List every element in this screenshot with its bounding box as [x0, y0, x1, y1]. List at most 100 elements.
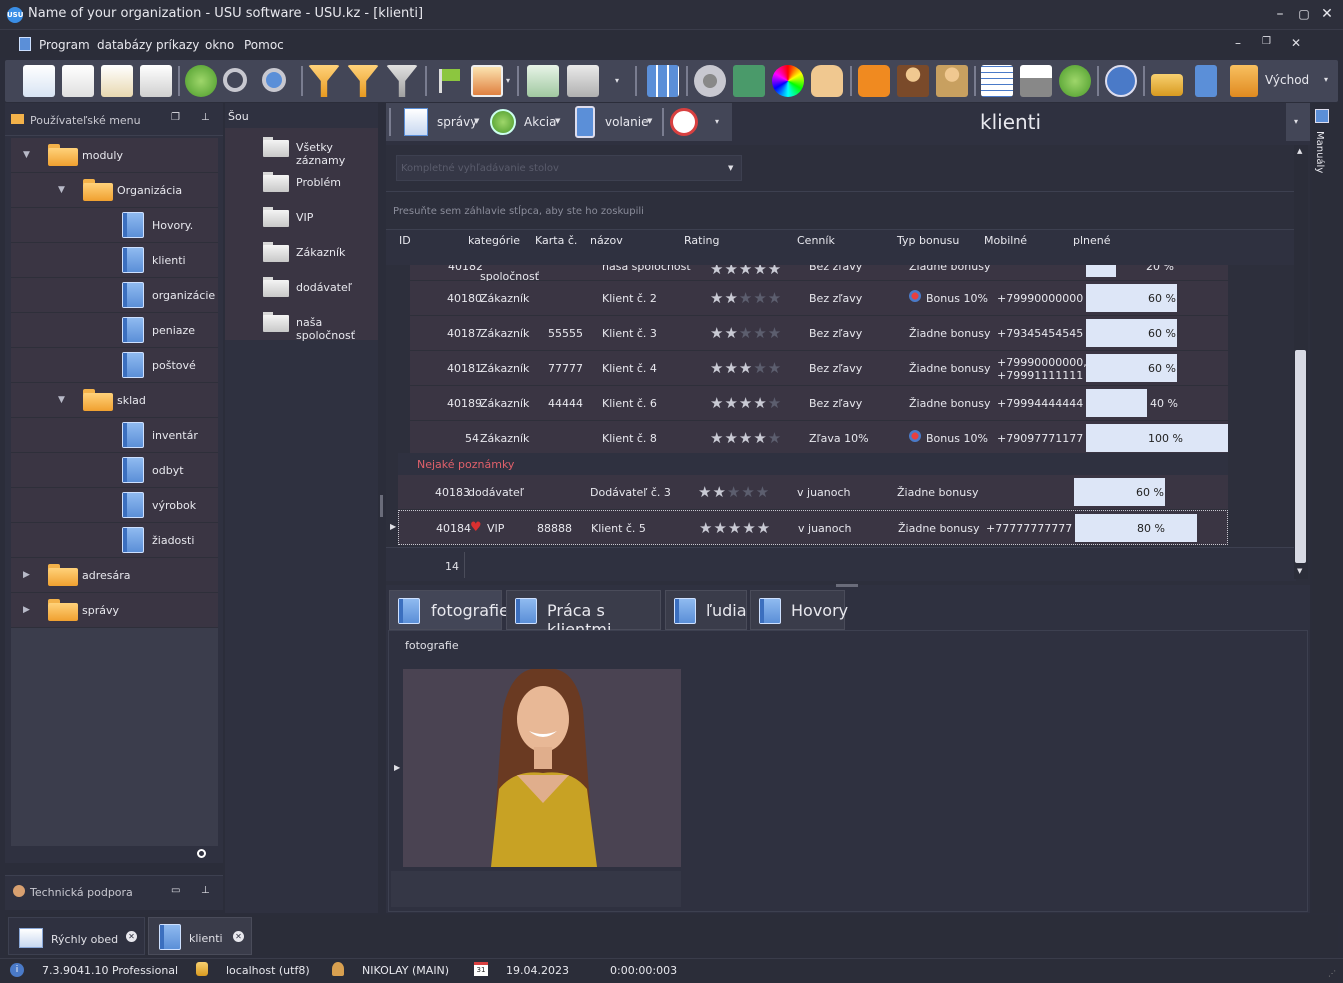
mdi-minimize-icon[interactable]: – — [1235, 36, 1241, 50]
splitter-handle[interactable] — [380, 495, 383, 517]
column-header-mobile[interactable]: Mobilné — [984, 234, 1027, 247]
table-row[interactable]: 40187 Zákazník 55555 Klient č. 3 ★★★★★ Bez zľ… — [410, 316, 1228, 351]
export-icon[interactable] — [1059, 65, 1091, 97]
manuals-tab[interactable]: Manuály — [1314, 131, 1325, 173]
tree-item-vyrobok[interactable]: výrobok — [11, 488, 218, 523]
tree-dropdown-icon[interactable]: ▾ — [615, 76, 619, 85]
menu-databazy[interactable]: databázy — [97, 38, 152, 52]
menu-prikazy[interactable]: príkazy — [156, 38, 199, 52]
close-icon[interactable]: ✕ — [1319, 6, 1335, 22]
tab-hovory[interactable]: Hovory — [750, 590, 848, 630]
image-icon[interactable] — [471, 65, 503, 97]
tab-praca-s-klientmi[interactable]: Práca s klientmi — [506, 590, 661, 639]
table-row[interactable]: 40180 Zákazník Klient č. 2 ★★★★★ Bez zľavy Bo… — [410, 281, 1228, 316]
sub-toolbar-overflow-icon[interactable]: ▾ — [715, 117, 719, 126]
advanced-search-icon[interactable] — [262, 68, 286, 92]
menu-pomoc[interactable]: Pomoc — [244, 38, 284, 52]
action-icon[interactable] — [490, 109, 516, 135]
grid-view-icon[interactable] — [647, 65, 679, 97]
filter-dodavatel[interactable]: dodávateľ — [225, 270, 378, 303]
table-row[interactable]: 40189 Zákazník 44444 Klient č. 6 ★★★★★ Bez zľ… — [410, 386, 1228, 421]
column-header-rating[interactable]: Rating — [684, 234, 719, 247]
expanded-arrow-icon[interactable]: ▼ — [58, 395, 65, 405]
menu-okno[interactable]: okno — [205, 38, 234, 52]
copy-icon[interactable] — [62, 65, 94, 97]
tree-item-ziadosti[interactable]: žiadosti — [11, 523, 218, 558]
calendar-grid-icon[interactable] — [981, 65, 1013, 97]
scrollbar-thumb[interactable] — [1295, 350, 1306, 563]
tree-item-klienti[interactable]: klienti — [11, 243, 218, 278]
tree-item-postove[interactable]: poštové — [11, 348, 218, 383]
tree-item-spravy[interactable]: ▶ správy — [11, 593, 218, 628]
float-icon[interactable]: ▭ — [171, 885, 180, 896]
clock-icon[interactable] — [670, 108, 698, 136]
view-options-icon[interactable]: ▾ — [1294, 117, 1298, 126]
table-row[interactable]: 40184 ♥ VIP 88888 Klient č. 5 ★★★★★ v juanoch Ž… — [398, 510, 1228, 545]
edit-icon[interactable] — [101, 65, 133, 97]
client-photo[interactable] — [403, 669, 681, 867]
search-dropdown-icon[interactable]: ▼ — [728, 164, 733, 172]
float-icon[interactable]: ❐ — [171, 112, 180, 123]
table-row[interactable]: 40182 spoločnosť naša spoločnosť ★★★★★ B… — [410, 265, 1228, 283]
action-dropdown-icon[interactable]: ▼ — [555, 117, 560, 125]
toolbar-overflow-icon[interactable]: ▾ — [1324, 75, 1328, 84]
column-header-id[interactable]: ID — [399, 234, 411, 247]
refresh-icon[interactable] — [185, 65, 217, 97]
filter-edit-icon[interactable] — [347, 65, 379, 97]
search-field[interactable]: Kompletné vyhľadávanie stolov ▼ — [396, 155, 742, 181]
tab-fotografie[interactable]: fotografie — [389, 590, 509, 630]
expand-icon[interactable] — [527, 65, 559, 97]
column-header-pricelist[interactable]: Cenník — [797, 234, 835, 247]
column-header-card[interactable]: Karta č. — [535, 234, 577, 247]
doc-tab-klienti[interactable]: klienti ✕ — [148, 917, 252, 955]
expanded-arrow-icon[interactable]: ▼ — [23, 150, 30, 160]
maximize-icon[interactable]: ▢ — [1296, 6, 1312, 22]
lock-icon[interactable] — [1151, 74, 1183, 96]
filter-problem[interactable]: Problém — [225, 165, 378, 198]
reports-button[interactable]: správy — [437, 115, 477, 129]
resize-grip-icon[interactable]: ⋰ — [1328, 969, 1336, 978]
new-record-icon[interactable] — [23, 65, 55, 97]
column-header-progress[interactable]: plnené — [1073, 234, 1111, 247]
action-button[interactable]: Akcia — [524, 115, 556, 129]
delete-icon[interactable] — [140, 65, 172, 97]
hand-icon[interactable] — [811, 65, 843, 97]
tab-ludia[interactable]: ľudia — [665, 590, 747, 630]
mdi-close-icon[interactable]: ✕ — [1291, 36, 1301, 50]
collapsed-arrow-icon[interactable]: ▶ — [23, 570, 30, 580]
filter-all[interactable]: Všetky záznamy — [225, 130, 378, 167]
tree-icon[interactable] — [567, 65, 599, 97]
column-header-category[interactable]: kategórie — [468, 234, 520, 247]
table-row[interactable]: 54 Zákazník Klient č. 8 ★★★★★ Zľava 10% Bonus… — [410, 421, 1228, 456]
doc-tab-rychly-obed[interactable]: Rýchly obed ✕ — [8, 917, 145, 955]
map-icon[interactable] — [733, 65, 765, 97]
search-icon[interactable] — [223, 68, 247, 92]
image-dropdown-icon[interactable]: ▾ — [506, 76, 510, 85]
tree-item-moduly[interactable]: ▼ moduly — [11, 138, 218, 173]
filter-nasa-spolocnost[interactable]: naša spoločnosť — [225, 305, 378, 342]
flag-icon[interactable] — [433, 65, 465, 97]
filter-vip[interactable]: VIP — [225, 200, 378, 233]
phone-icon[interactable] — [575, 106, 595, 138]
users-icon[interactable] — [936, 65, 968, 97]
column-header-name[interactable]: názov — [590, 234, 623, 247]
info-icon[interactable] — [1105, 65, 1137, 97]
filter-zakaznik[interactable]: Zákazník — [225, 235, 378, 268]
pin-icon[interactable]: ⊥ — [201, 112, 210, 123]
scroll-down-icon[interactable]: ▼ — [1297, 567, 1302, 575]
tree-item-odbyt[interactable]: odbyt — [11, 453, 218, 488]
vertical-scrollbar[interactable]: ▲ ▼ — [1294, 145, 1308, 579]
tree-item-sklad[interactable]: ▼ sklad — [11, 383, 218, 418]
tree-item-adresara[interactable]: ▶ adresára — [11, 558, 218, 593]
call-button[interactable]: volanie — [605, 115, 648, 129]
tree-item-inventar[interactable]: inventár — [11, 418, 218, 453]
scroll-up-icon[interactable]: ▲ — [1297, 147, 1302, 155]
tree-item-hovory[interactable]: Hovory. — [11, 208, 218, 243]
color-wheel-icon[interactable] — [772, 65, 804, 97]
manual-icon[interactable] — [1315, 109, 1329, 123]
close-tab-icon[interactable]: ✕ — [233, 931, 244, 942]
gear-icon[interactable] — [694, 65, 726, 97]
column-header-bonus[interactable]: Typ bonusu — [897, 234, 959, 247]
collapsed-arrow-icon[interactable]: ▶ — [23, 605, 30, 615]
minimize-icon[interactable]: – — [1272, 6, 1288, 22]
